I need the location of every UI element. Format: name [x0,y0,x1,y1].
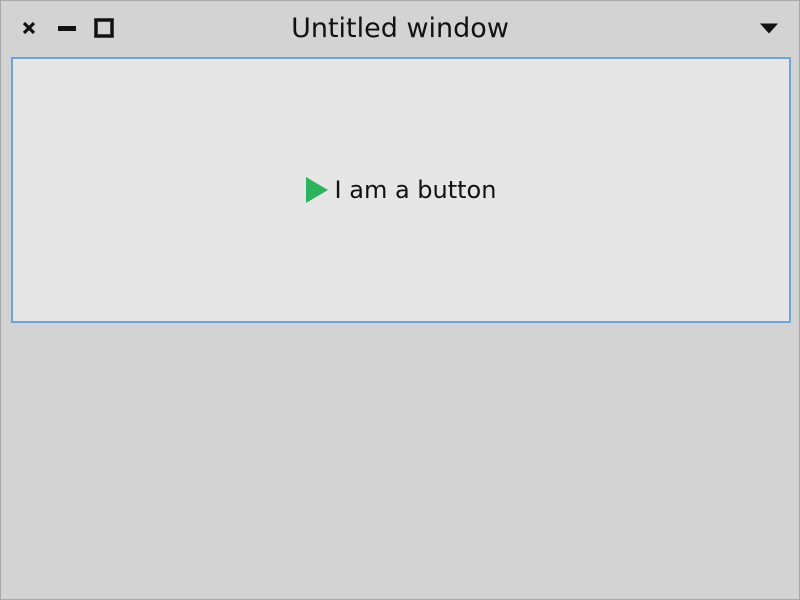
play-icon [305,177,328,203]
button-label: I am a button [334,176,497,204]
main-button[interactable]: I am a button [11,57,791,323]
close-icon [22,21,36,35]
maximize-button[interactable] [94,18,114,38]
chevron-down-icon [759,23,779,34]
close-button[interactable] [19,18,39,38]
maximize-icon [94,18,114,38]
minimize-icon [58,26,76,31]
title-bar[interactable]: Untitled window [1,1,799,56]
minimize-button[interactable] [57,18,77,38]
button-content: I am a button [305,176,497,204]
window-menu-button[interactable] [759,18,779,38]
window-title: Untitled window [291,13,509,44]
window: Untitled window I am a button [0,0,800,600]
